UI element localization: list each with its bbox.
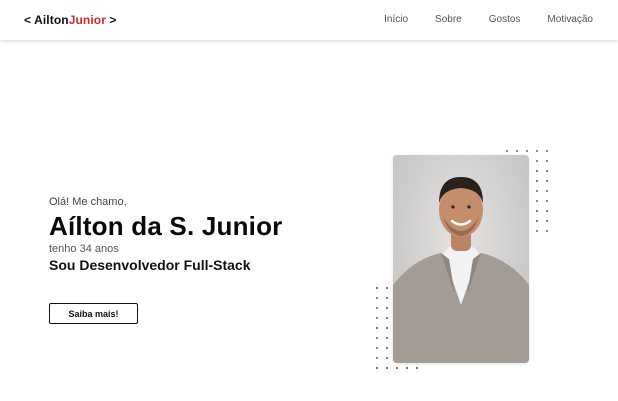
main-nav: Início Sobre Gostos Motivação: [357, 14, 593, 25]
portrait-illustration: [393, 177, 529, 363]
hero-greeting: Olá! Me chamo,: [49, 196, 127, 208]
nav-link-sobre[interactable]: Sobre: [435, 14, 462, 25]
hero-intro: Olá! Me chamo, Aílton da S. Junior tenho…: [49, 196, 282, 273]
nav-link-inicio[interactable]: Início: [384, 14, 408, 25]
profile-photo: [393, 155, 529, 363]
logo-prefix: <: [24, 13, 35, 27]
saiba-mais-button[interactable]: Saiba mais!: [49, 303, 138, 324]
nav-link-motivacao[interactable]: Motivação: [547, 14, 593, 25]
logo-accent-name: Junior: [68, 13, 106, 27]
logo-first-name: Ailton: [34, 13, 69, 27]
site-logo[interactable]: < AiltonJunior >: [24, 13, 117, 27]
hero-name: Aílton da S. Junior: [49, 211, 283, 241]
nav-link-gostos[interactable]: Gostos: [489, 14, 521, 25]
logo-suffix: >: [105, 13, 117, 27]
site-header: < AiltonJunior > Início Sobre Gostos Mot…: [0, 0, 618, 40]
hero-age: tenho 34 anos: [49, 243, 119, 255]
hero-role: Sou Desenvolvedor Full-Stack: [49, 257, 251, 273]
